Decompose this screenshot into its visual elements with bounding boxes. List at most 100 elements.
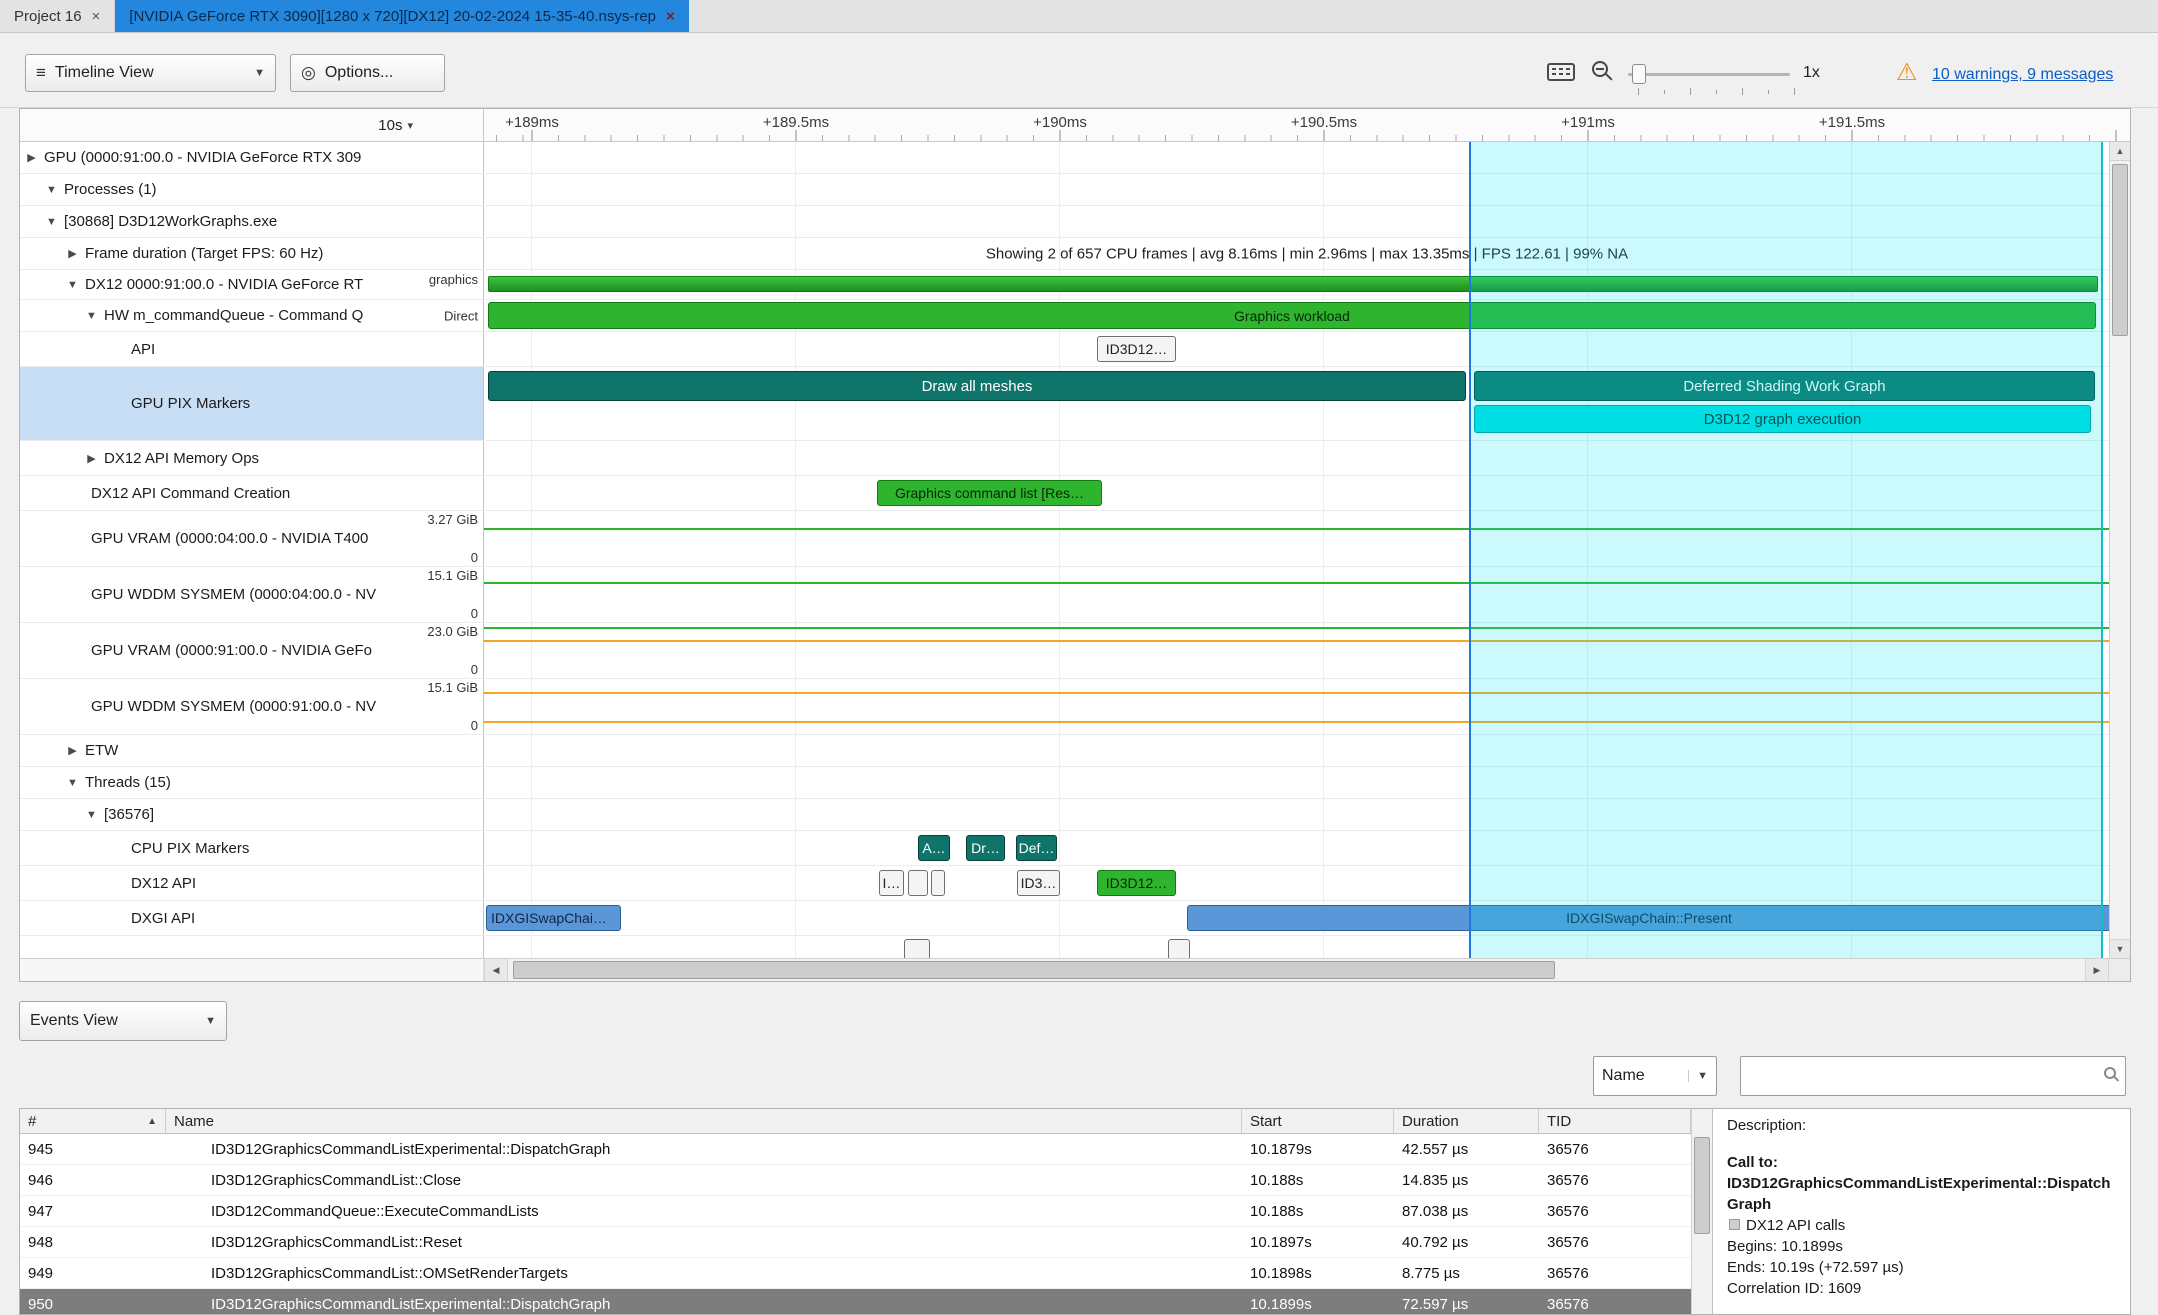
options-button[interactable]: ◎ Options...	[290, 54, 445, 92]
column-header-duration[interactable]: Duration	[1394, 1109, 1539, 1133]
gutter-max-label: 3.27 GiB	[427, 512, 478, 527]
tree-item-threads[interactable]: ▼ Threads (15)	[20, 767, 419, 798]
close-icon[interactable]: ×	[666, 8, 675, 25]
timeline-bar[interactable]	[1168, 939, 1190, 958]
scrollbar-thumb[interactable]	[2112, 164, 2128, 336]
tree-item-api[interactable]: API	[20, 332, 419, 366]
keyboard-shortcuts-icon[interactable]	[1547, 63, 1575, 81]
tree-item-gpu[interactable]: ▶ GPU (0000:91:00.0 - NVIDIA GeForce RTX…	[20, 142, 419, 173]
expand-expanded-icon[interactable]: ▼	[45, 184, 58, 196]
scroll-right-icon[interactable]: ▶	[2085, 959, 2109, 981]
expand-expanded-icon[interactable]: ▼	[85, 809, 98, 821]
events-table-header: # ▲ Name Start Duration TID	[20, 1109, 1691, 1134]
scroll-up-icon[interactable]: ▲	[2110, 142, 2130, 161]
scrollbar-thumb[interactable]	[513, 961, 1555, 979]
expand-expanded-icon[interactable]: ▼	[66, 279, 79, 291]
table-row[interactable]: 948 ID3D12GraphicsCommandList::Reset 10.…	[20, 1227, 1691, 1258]
tree-item-dx12-api[interactable]: DX12 API	[20, 866, 419, 900]
tree-item-etw[interactable]: ▶ ETW	[20, 735, 419, 766]
tree-item-sysmem-91[interactable]: GPU WDDM SYSMEM (0000:91:00.0 - NV	[20, 679, 419, 734]
events-table-scrollbar[interactable]	[1691, 1109, 1712, 1314]
timeline-bar-graph-execution[interactable]: D3D12 graph execution	[1474, 405, 2091, 433]
tree-item-cmd-creation[interactable]: DX12 API Command Creation	[20, 476, 419, 510]
timeline-bar-dx12-call[interactable]	[931, 870, 945, 896]
tree-item-vram-t400[interactable]: GPU VRAM (0000:04:00.0 - NVIDIA T400	[20, 511, 419, 566]
tree-item-clipped[interactable]	[20, 936, 419, 958]
timeline-vertical-scrollbar[interactable]: ▲ ▼	[2109, 142, 2130, 958]
timeline-bar-cpu-pix[interactable]: Dr…	[966, 835, 1005, 861]
nsight-systems-window: Project 16 × [NVIDIA GeForce RTX 3090][1…	[0, 0, 2158, 1315]
expand-collapsed-icon[interactable]: ▶	[25, 151, 38, 164]
search-input[interactable]	[1740, 1056, 2126, 1096]
tree-item-sysmem-04[interactable]: GPU WDDM SYSMEM (0000:04:00.0 - NV	[20, 567, 419, 622]
timeline-bar-deferred-shading[interactable]: Deferred Shading Work Graph	[1474, 371, 2095, 401]
tree-item-frame-duration[interactable]: ▶ Frame duration (Target FPS: 60 Hz)	[20, 238, 419, 269]
table-row[interactable]: 946 ID3D12GraphicsCommandList::Close 10.…	[20, 1165, 1691, 1196]
events-view-dropdown[interactable]: Events View ▼	[19, 1001, 227, 1041]
timeline-bar-draw-all-meshes[interactable]: Draw all meshes	[488, 371, 1466, 401]
timeline-bar-graphics-workload[interactable]: Graphics workload	[488, 302, 2096, 329]
main-toolbar: ≡ Timeline View ▼ ◎ Options... 1x ⚠ 10 w…	[0, 33, 2158, 108]
column-header-tid[interactable]: TID	[1539, 1109, 1691, 1133]
zoom-out-icon[interactable]	[1592, 61, 1608, 77]
timeline-bar-cpu-pix[interactable]: Def…	[1016, 835, 1057, 861]
tree-item-vram-91[interactable]: GPU VRAM (0000:91:00.0 - NVIDIA GeFo	[20, 623, 419, 678]
table-row-selected[interactable]: 950 ID3D12GraphicsCommandListExperimenta…	[20, 1289, 1691, 1315]
timeline-bar-dx12-call[interactable]: ID3…	[1017, 870, 1060, 896]
memory-usage-line	[484, 528, 2130, 530]
expand-expanded-icon[interactable]: ▼	[85, 310, 98, 322]
scroll-left-icon[interactable]: ◀	[484, 959, 508, 981]
timeline-bar-graphics-queue[interactable]	[488, 276, 2098, 292]
expand-collapsed-icon[interactable]: ▶	[66, 744, 79, 757]
tree-item-dxgi-api[interactable]: DXGI API	[20, 901, 419, 935]
scrollbar-thumb[interactable]	[1694, 1137, 1710, 1234]
tree-item-gpu-pix-markers[interactable]: GPU PIX Markers	[20, 367, 419, 440]
tree-item-cpu-pix-markers[interactable]: CPU PIX Markers	[20, 831, 419, 865]
timeline-bar-dx12-call[interactable]: ID3D12…	[1097, 870, 1176, 896]
expand-collapsed-icon[interactable]: ▶	[66, 247, 79, 260]
column-header-start[interactable]: Start	[1242, 1109, 1394, 1133]
tab-report-active[interactable]: [NVIDIA GeForce RTX 3090][1280 x 720][DX…	[115, 0, 688, 32]
tree-item-hw-queue[interactable]: ▼ HW m_commandQueue - Command Q	[20, 300, 419, 331]
timeline-bar-swapchain-present[interactable]: IDXGISwapChain::Present	[1187, 905, 2111, 931]
timeline-bar-dx12-call[interactable]: I…	[879, 870, 904, 896]
filter-field-dropdown[interactable]: Name ▼	[1593, 1056, 1717, 1096]
options-icon: ◎	[301, 63, 316, 83]
expand-expanded-icon[interactable]: ▼	[45, 216, 58, 228]
gutter-label: Direct	[444, 308, 478, 323]
warnings-messages-link[interactable]: 10 warnings, 9 messages	[1932, 66, 2113, 84]
tab-report-label: [NVIDIA GeForce RTX 3090][1280 x 720][DX…	[129, 8, 656, 25]
events-view-label: Events View	[30, 1012, 118, 1030]
tree-item-process[interactable]: ▼ [30868] D3D12WorkGraphs.exe	[20, 206, 419, 237]
zoom-slider[interactable]	[1628, 73, 1790, 76]
timeline-bar[interactable]	[904, 939, 930, 958]
timeline-bar-dx12-call[interactable]	[908, 870, 928, 896]
tab-project[interactable]: Project 16 ×	[0, 0, 115, 32]
search-icon[interactable]	[2104, 1067, 2116, 1079]
table-row[interactable]: 947 ID3D12CommandQueue::ExecuteCommandLi…	[20, 1196, 1691, 1227]
scroll-down-icon[interactable]: ▼	[2110, 939, 2130, 958]
timeline-bar-swapchain[interactable]: IDXGISwapChai…	[486, 905, 621, 931]
column-header-name[interactable]: Name	[166, 1109, 1242, 1133]
expand-collapsed-icon[interactable]: ▶	[85, 452, 98, 465]
timescale-selector[interactable]: 10s ▾	[20, 109, 484, 141]
timeline-bar-api-call[interactable]: ID3D12…	[1097, 336, 1176, 362]
timeline-bar-cpu-pix[interactable]: A…	[918, 835, 950, 861]
tree-item-mem-ops[interactable]: ▶ DX12 API Memory Ops	[20, 441, 419, 475]
tree-item-thread[interactable]: ▼ [36576]	[20, 799, 419, 830]
table-row[interactable]: 945 ID3D12GraphicsCommandListExperimenta…	[20, 1134, 1691, 1165]
zoom-slider-handle[interactable]	[1632, 64, 1646, 84]
tree-item-dx12-device[interactable]: ▼ DX12 0000:91:00.0 - NVIDIA GeForce RT	[20, 270, 419, 299]
timeline-horizontal-scrollbar[interactable]: ◀ ▶	[20, 958, 2130, 981]
timeline-bar-cmd-list[interactable]: Graphics command list [Res…	[877, 480, 1102, 506]
tree-item-processes[interactable]: ▼ Processes (1)	[20, 174, 419, 205]
gutter-label: graphics	[429, 272, 478, 287]
timeline-row: GPU VRAM (0000:04:00.0 - NVIDIA T400 3.2…	[20, 511, 2130, 567]
expand-expanded-icon[interactable]: ▼	[66, 777, 79, 789]
close-icon[interactable]: ×	[92, 8, 101, 25]
timeline-row: ▶ Frame duration (Target FPS: 60 Hz) Sho…	[20, 238, 2130, 270]
timeline-view-dropdown[interactable]: ≡ Timeline View ▼	[25, 54, 276, 92]
column-header-index[interactable]: # ▲	[20, 1109, 166, 1133]
table-row[interactable]: 949 ID3D12GraphicsCommandList::OMSetRend…	[20, 1258, 1691, 1289]
ruler-tick-label: +191.5ms	[1819, 114, 1885, 131]
